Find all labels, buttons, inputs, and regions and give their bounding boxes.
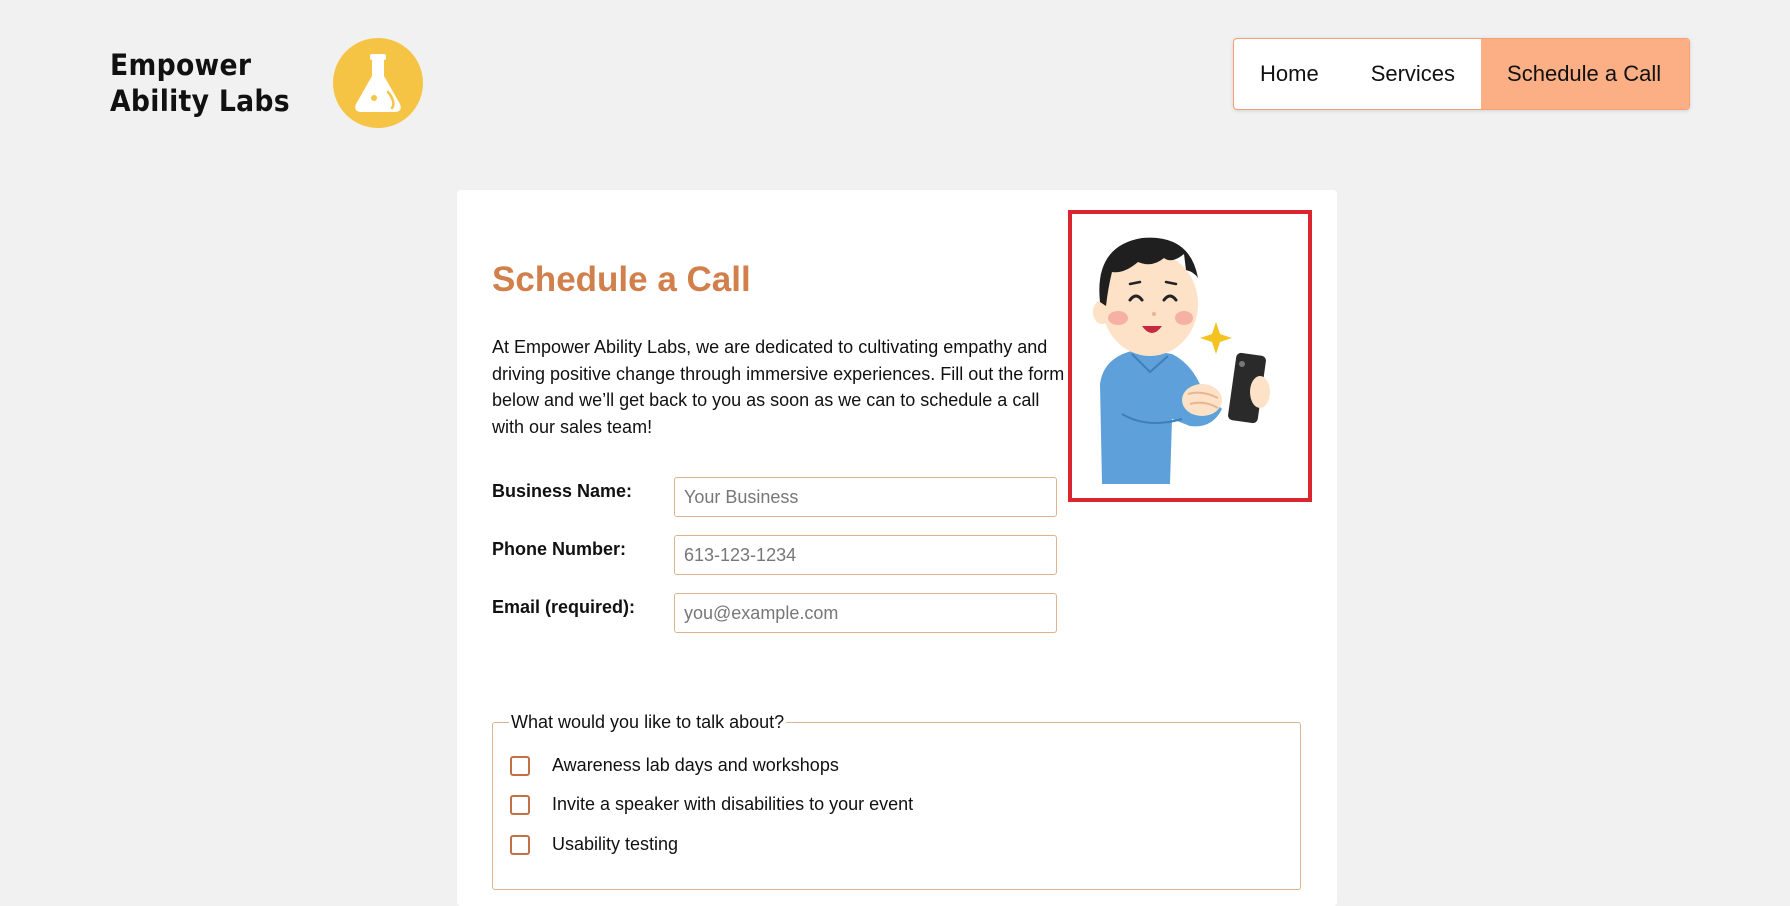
person-with-phone-icon — [1093, 237, 1270, 484]
topic-checkbox-invite-speaker[interactable] — [510, 794, 530, 815]
intro-text: At Empower Ability Labs, we are dedicate… — [492, 337, 1065, 437]
topic-option[interactable]: Usability testing — [510, 834, 678, 855]
email-input[interactable] — [674, 593, 1057, 633]
topics-legend: What would you like to talk about? — [509, 712, 787, 733]
logo — [333, 38, 423, 128]
page-title: Schedule a Call — [492, 260, 751, 299]
topics-fieldset: What would you like to talk about? Aware… — [492, 712, 1301, 890]
brand-name: Empower Ability Labs — [110, 48, 290, 118]
topic-label: Usability testing — [552, 834, 679, 854]
illustration — [1068, 210, 1312, 502]
main-nav: Home Services Schedule a Call — [1233, 38, 1691, 110]
main-card: Schedule a Call At Empower Ability Labs,… — [457, 190, 1337, 906]
email-row: Email (required): — [492, 593, 1057, 633]
business-name-row: Business Name: — [492, 477, 1057, 517]
topic-option[interactable]: Awareness lab days and workshops — [510, 755, 839, 776]
flask-icon — [355, 54, 401, 112]
topic-label: Invite a speaker with disabilities to yo… — [552, 794, 914, 814]
nav-item-schedule-a-call[interactable]: Schedule a Call — [1481, 39, 1690, 109]
phone-number-row: Phone Number: — [492, 535, 1057, 575]
brand[interactable]: Empower Ability Labs — [110, 38, 423, 128]
business-name-input[interactable] — [674, 477, 1057, 517]
phone-number-label: Phone Number: — [492, 539, 627, 559]
topic-option[interactable]: Invite a speaker with disabilities to yo… — [510, 794, 913, 815]
nav-item-services[interactable]: Services — [1345, 39, 1481, 109]
topic-checkbox-awareness-lab[interactable] — [510, 755, 530, 776]
phone-number-input[interactable] — [674, 535, 1057, 575]
nav-item-home[interactable]: Home — [1234, 39, 1345, 109]
business-name-label: Business Name: — [492, 481, 633, 501]
email-label: Email (required): — [492, 597, 636, 617]
topic-checkbox-usability-testing[interactable] — [510, 834, 530, 855]
topic-label: Awareness lab days and workshops — [552, 755, 839, 775]
